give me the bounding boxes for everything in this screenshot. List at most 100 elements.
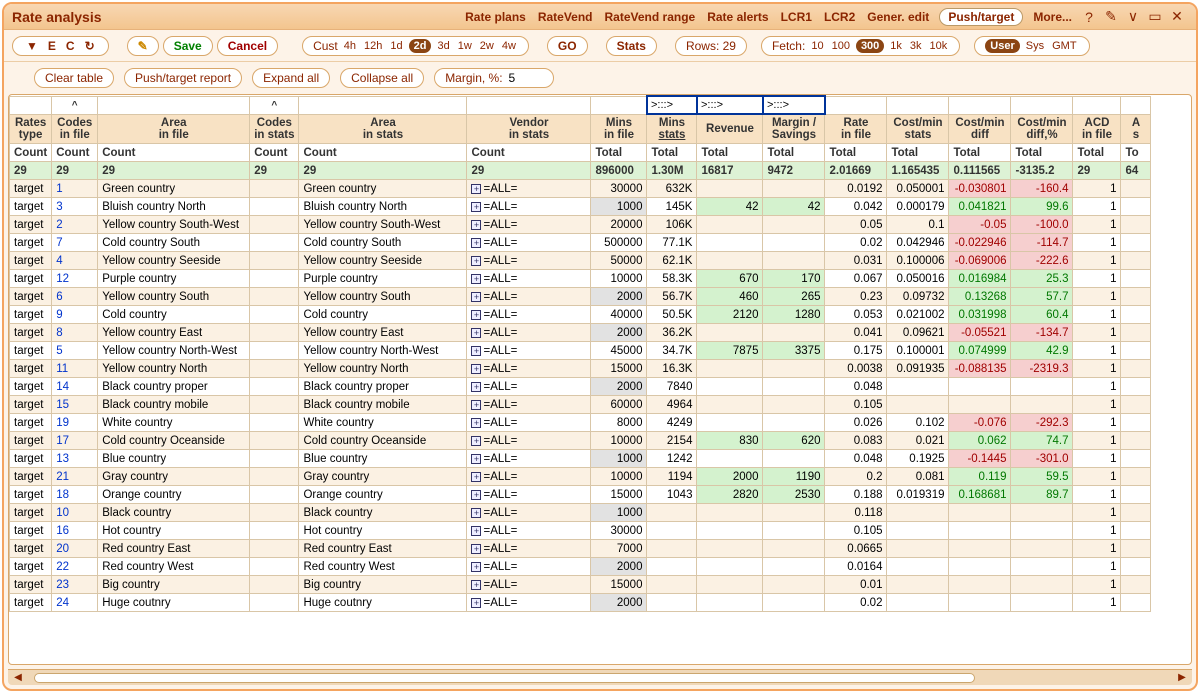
col-header[interactable]: Ratestype (10, 114, 52, 144)
fetch-300[interactable]: 300 (856, 39, 884, 53)
margin-field[interactable] (507, 70, 543, 86)
fetch-10k[interactable]: 10k (928, 40, 950, 52)
fetch-10[interactable]: 10 (809, 40, 825, 52)
col-header[interactable]: As (1121, 114, 1151, 144)
help-icon[interactable]: ? (1080, 9, 1098, 25)
col-header[interactable]: Minsstats (647, 114, 697, 144)
filter-input-12[interactable] (949, 97, 1010, 113)
table-row[interactable]: target22Red country WestRed country West… (10, 558, 1151, 576)
period-4h[interactable]: 4h (342, 40, 358, 52)
filter-input-4[interactable] (299, 97, 466, 113)
save-button[interactable]: Save (163, 36, 213, 56)
header-link[interactable]: Gener. edit (867, 10, 929, 24)
col-header[interactable]: Margin /Savings (763, 114, 825, 144)
header-link[interactable]: LCR1 (781, 10, 812, 24)
col-header[interactable]: Areain file (98, 114, 250, 144)
scroll-right-icon[interactable]: ▶ (1176, 672, 1188, 684)
filter-input-8[interactable] (698, 97, 762, 113)
filter-input-10[interactable] (826, 97, 887, 113)
push-target-report-button[interactable]: Push/target report (124, 68, 242, 88)
filter-input-2[interactable] (98, 97, 249, 113)
col-header[interactable]: Vendorin stats (467, 114, 591, 144)
table-row[interactable]: target12Purple countryPurple country+=AL… (10, 270, 1151, 288)
table-row[interactable]: target17Cold country OceansideCold count… (10, 432, 1151, 450)
filter-input-15[interactable] (1121, 97, 1150, 113)
table-row[interactable]: target21Gray countryGray country+=ALL=10… (10, 468, 1151, 486)
filter-input-11[interactable] (887, 97, 948, 113)
header-link[interactable]: Rate plans (465, 10, 526, 24)
col-header[interactable]: Minsin file (591, 114, 647, 144)
col-header[interactable]: Cost/mindiff (949, 114, 1011, 144)
table-row[interactable]: target13Blue countryBlue country+=ALL=10… (10, 450, 1151, 468)
table-row[interactable]: target5Yellow country North-WestYellow c… (10, 342, 1151, 360)
col-header[interactable]: Ratein file (825, 114, 887, 144)
edit-pencil[interactable]: ✎ (127, 36, 159, 56)
header-link[interactable]: Rate alerts (707, 10, 768, 24)
scroll-thumb[interactable] (34, 673, 975, 683)
period-2d[interactable]: 2d (409, 39, 432, 53)
clear-table-button[interactable]: Clear table (34, 68, 114, 88)
table-row[interactable]: target18Orange countryOrange country+=AL… (10, 486, 1151, 504)
filter-row[interactable]: ^^ (10, 96, 1151, 114)
tool-icon[interactable]: ↻ (85, 39, 95, 53)
table-row[interactable]: target23Big countryBig country+=ALL=1500… (10, 576, 1151, 594)
table-row[interactable]: target20Red country EastRed country East… (10, 540, 1151, 558)
filter-input-6[interactable] (591, 97, 646, 113)
margin-input[interactable]: Margin, %: (434, 68, 553, 88)
col-header[interactable]: Areain stats (299, 114, 467, 144)
collapse-all-button[interactable]: Collapse all (340, 68, 424, 88)
header-link[interactable]: LCR2 (824, 10, 855, 24)
go-button[interactable]: GO (547, 36, 588, 56)
col-header[interactable]: ACDin file (1073, 114, 1121, 144)
table-row[interactable]: target3Bluish country NorthBluish countr… (10, 198, 1151, 216)
table-row[interactable]: target2Yellow country South-WestYellow c… (10, 216, 1151, 234)
table-row[interactable]: target9Cold countryCold country+=ALL=400… (10, 306, 1151, 324)
cancel-button[interactable]: Cancel (217, 36, 278, 56)
close-icon[interactable]: ✕ (1168, 9, 1186, 25)
tz-User[interactable]: User (985, 39, 1019, 53)
col-header[interactable]: Codesin stats (250, 114, 299, 144)
tz-selector[interactable]: User Sys GMT (974, 36, 1089, 56)
period-1d[interactable]: 1d (388, 40, 404, 52)
table-row[interactable]: target11Yellow country NorthYellow count… (10, 360, 1151, 378)
period-4w[interactable]: 4w (500, 40, 518, 52)
table-row[interactable]: target10Black countryBlack country+=ALL=… (10, 504, 1151, 522)
table-row[interactable]: target1Green countryGreen country+=ALL=3… (10, 180, 1151, 198)
tool-icon[interactable]: E (48, 39, 56, 53)
table-row[interactable]: target4Yellow country SeesideYellow coun… (10, 252, 1151, 270)
more-link[interactable]: More... (1033, 10, 1072, 24)
col-header[interactable]: Codesin file (52, 114, 98, 144)
tool-icon[interactable]: ▼ (26, 39, 38, 53)
max-icon[interactable]: ▭ (1146, 9, 1164, 25)
table-row[interactable]: target19White countryWhite country+=ALL=… (10, 414, 1151, 432)
tool-icon[interactable]: C (66, 39, 75, 53)
filter-input-0[interactable] (10, 97, 51, 113)
fetch-1k[interactable]: 1k (888, 40, 904, 52)
table-row[interactable]: target15Black country mobileBlack countr… (10, 396, 1151, 414)
header-link[interactable]: RateVend range (605, 10, 696, 24)
filter-input-13[interactable] (1011, 97, 1072, 113)
table-row[interactable]: target6Yellow country SouthYellow countr… (10, 288, 1151, 306)
expand-all-button[interactable]: Expand all (252, 68, 330, 88)
filter-input-5[interactable] (467, 97, 590, 113)
fetch-100[interactable]: 100 (830, 40, 852, 52)
period-12h[interactable]: 12h (362, 40, 384, 52)
tz-Sys[interactable]: Sys (1024, 40, 1046, 52)
filter-input-14[interactable] (1073, 97, 1120, 113)
hscrollbar[interactable]: ◀ ▶ (8, 669, 1192, 685)
tz-GMT[interactable]: GMT (1050, 40, 1078, 52)
col-header[interactable]: Revenue (697, 114, 763, 144)
header-row[interactable]: RatestypeCodesin fileAreain fileCodesin … (10, 114, 1151, 144)
col-header[interactable]: Cost/mindiff,% (1011, 114, 1073, 144)
period-3d[interactable]: 3d (435, 40, 451, 52)
table-row[interactable]: target24Huge coutnryHuge coutnry+=ALL=20… (10, 594, 1151, 612)
table-row[interactable]: target8Yellow country EastYellow country… (10, 324, 1151, 342)
col-header[interactable]: Cost/minstats (887, 114, 949, 144)
period-1w[interactable]: 1w (456, 40, 474, 52)
filter-input-9[interactable] (764, 97, 824, 113)
table-row[interactable]: target16Hot countryHot country+=ALL=3000… (10, 522, 1151, 540)
scroll-left-icon[interactable]: ◀ (12, 672, 24, 684)
fetch-selector[interactable]: Fetch:101003001k3k10k (761, 36, 960, 56)
stats-button[interactable]: Stats (606, 36, 657, 56)
table-row[interactable]: target14Black country properBlack countr… (10, 378, 1151, 396)
